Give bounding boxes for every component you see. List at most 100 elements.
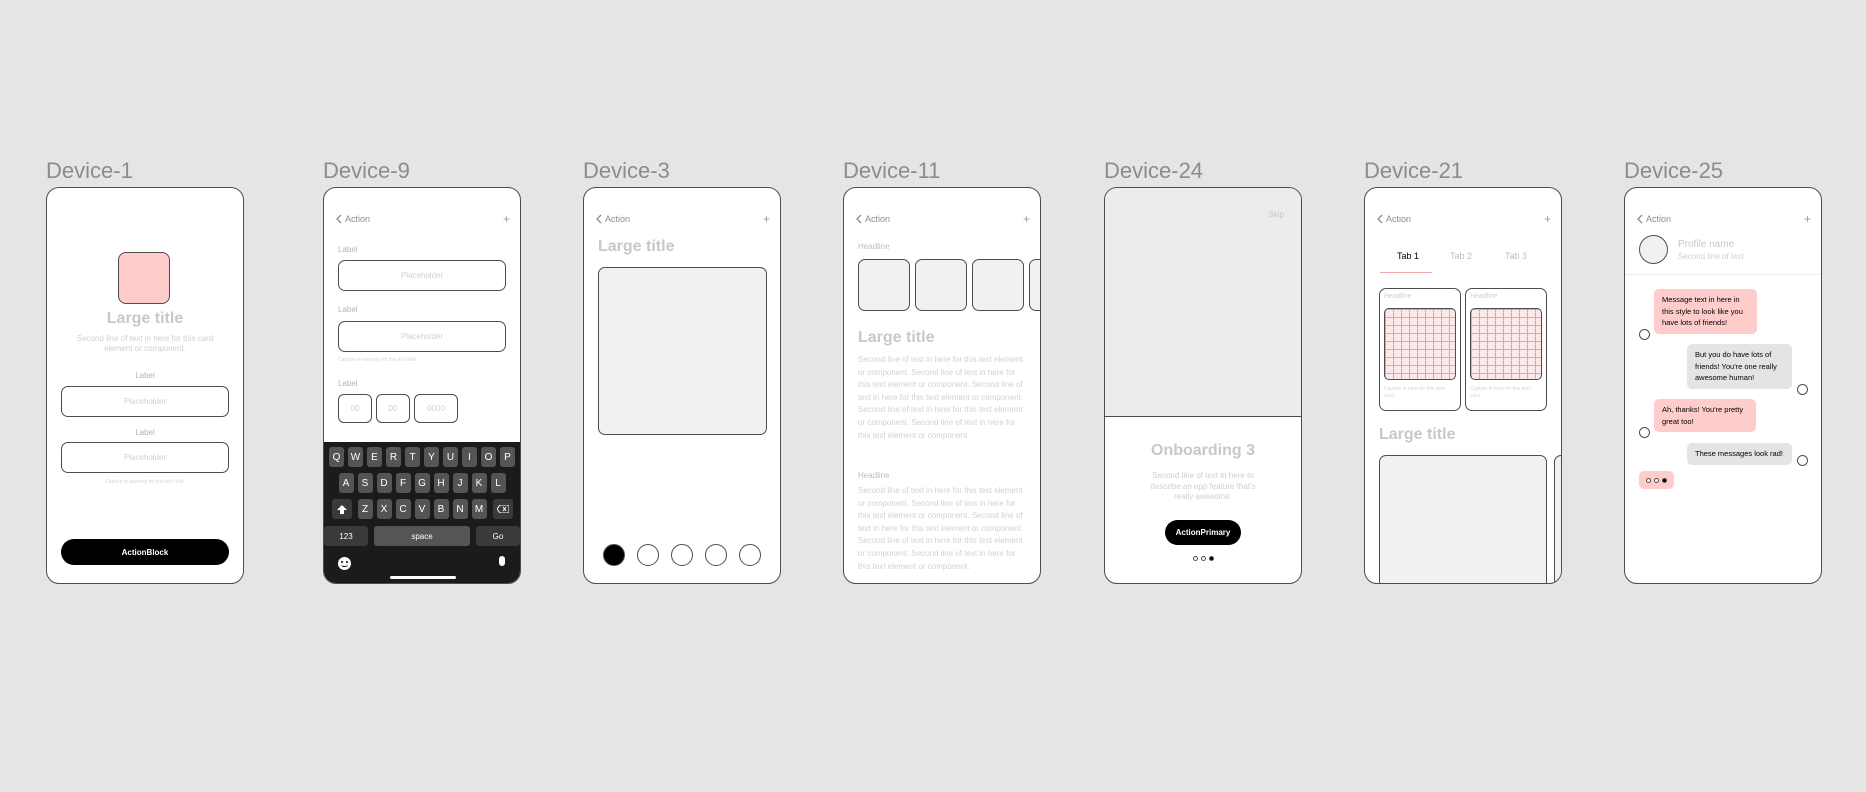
- plus-icon[interactable]: +: [1804, 212, 1811, 226]
- back-button[interactable]: Action: [856, 214, 890, 224]
- key[interactable]: M: [471, 499, 487, 519]
- key[interactable]: D: [376, 473, 392, 493]
- page-dot[interactable]: [705, 544, 727, 566]
- backspace-key[interactable]: [492, 499, 513, 519]
- chevron-left-icon: [1637, 214, 1643, 224]
- message-bubble-outgoing: But you do have lots of friends! You're …: [1687, 344, 1792, 389]
- page-dot[interactable]: [671, 544, 693, 566]
- avatar[interactable]: [1639, 235, 1668, 264]
- page-dot-active[interactable]: [603, 544, 625, 566]
- keyboard: Q W E R T Y U I O P A S D F G H J K L Z: [324, 442, 520, 583]
- card-headline: Headline: [1384, 293, 1412, 300]
- field-label: Label: [135, 371, 155, 380]
- key[interactable]: H: [433, 473, 449, 493]
- date-label: Label: [338, 379, 358, 388]
- space-key[interactable]: space: [374, 526, 470, 546]
- key[interactable]: Q: [329, 447, 344, 467]
- plus-icon[interactable]: +: [1023, 212, 1030, 226]
- key[interactable]: B: [433, 499, 449, 519]
- nav-bar: Action +: [844, 212, 1040, 230]
- back-button[interactable]: Action: [1637, 214, 1671, 224]
- key[interactable]: U: [443, 447, 458, 467]
- back-button[interactable]: Action: [1377, 214, 1411, 224]
- key[interactable]: R: [386, 447, 401, 467]
- key[interactable]: I: [462, 447, 477, 467]
- carousel-tile[interactable]: [1029, 259, 1040, 311]
- key[interactable]: C: [395, 499, 411, 519]
- back-label: Action: [865, 214, 891, 224]
- key[interactable]: Y: [424, 447, 439, 467]
- text-field[interactable]: Placeholder: [61, 442, 229, 473]
- tab-2[interactable]: Tab 2: [1450, 251, 1472, 261]
- chevron-left-icon: [596, 214, 602, 224]
- back-button[interactable]: Action: [336, 214, 370, 224]
- action-block-button[interactable]: ActionBlock: [61, 539, 229, 565]
- key[interactable]: T: [405, 447, 420, 467]
- emoji-icon[interactable]: [338, 557, 351, 570]
- microphone-icon[interactable]: [499, 556, 505, 566]
- step-dot[interactable]: [1201, 556, 1206, 561]
- key[interactable]: O: [481, 447, 496, 467]
- typing-dot: [1646, 478, 1651, 483]
- tab-1[interactable]: Tab 1: [1397, 251, 1419, 261]
- key[interactable]: W: [348, 447, 363, 467]
- typing-dot: [1654, 478, 1659, 483]
- back-label: Action: [605, 214, 631, 224]
- chevron-left-icon: [336, 214, 342, 224]
- key[interactable]: L: [490, 473, 506, 493]
- text-field[interactable]: Placeholder: [338, 260, 506, 291]
- plus-icon[interactable]: +: [1544, 212, 1551, 226]
- key[interactable]: G: [414, 473, 430, 493]
- key[interactable]: S: [357, 473, 373, 493]
- avatar: [1639, 329, 1650, 340]
- key[interactable]: X: [376, 499, 392, 519]
- tab-3[interactable]: Tab 3: [1505, 251, 1527, 261]
- step-dot-active[interactable]: [1209, 556, 1214, 561]
- back-button[interactable]: Action: [596, 214, 630, 224]
- device-9-label: Device-9: [323, 158, 410, 183]
- numbers-key[interactable]: 123: [324, 526, 368, 546]
- skip-link[interactable]: Skip: [1268, 210, 1284, 219]
- key[interactable]: V: [414, 499, 430, 519]
- field-label: Label: [338, 245, 358, 254]
- key[interactable]: P: [500, 447, 515, 467]
- paragraph: Second line of text in here for this tex…: [858, 355, 1023, 440]
- page-dot[interactable]: [637, 544, 659, 566]
- year-field[interactable]: 0000: [414, 394, 458, 423]
- device-25-screen: Action + Profile name Second line of tex…: [1624, 187, 1822, 584]
- text-field[interactable]: Placeholder: [338, 321, 506, 352]
- month-field[interactable]: 00: [376, 394, 410, 423]
- card-image-grid: [1384, 308, 1456, 380]
- page-dot[interactable]: [739, 544, 761, 566]
- carousel-tile[interactable]: [858, 259, 910, 311]
- key[interactable]: Z: [357, 499, 373, 519]
- content-card[interactable]: [1554, 455, 1561, 583]
- item-card[interactable]: Headline Caption in here for this item c…: [1379, 288, 1461, 411]
- home-indicator: [390, 576, 456, 579]
- plus-icon[interactable]: +: [503, 212, 510, 226]
- key[interactable]: J: [452, 473, 468, 493]
- carousel-tile[interactable]: [915, 259, 967, 311]
- device-3-label: Device-3: [583, 158, 670, 183]
- step-dot[interactable]: [1193, 556, 1198, 561]
- card-image-grid: [1470, 308, 1542, 380]
- plus-icon[interactable]: +: [763, 212, 770, 226]
- card-headline: Headline: [1470, 293, 1498, 300]
- key[interactable]: A: [338, 473, 354, 493]
- day-field[interactable]: 00: [338, 394, 372, 423]
- shift-key[interactable]: [331, 499, 352, 519]
- nav-bar: Action +: [324, 212, 520, 230]
- key[interactable]: K: [471, 473, 487, 493]
- profile-subtitle: Second line of text: [1678, 252, 1744, 261]
- carousel-tile[interactable]: [972, 259, 1024, 311]
- item-card[interactable]: Headline Caption in here for this item c…: [1465, 288, 1547, 411]
- key[interactable]: F: [395, 473, 411, 493]
- action-primary-button[interactable]: ActionPrimary: [1165, 520, 1241, 545]
- key[interactable]: N: [452, 499, 468, 519]
- content-card[interactable]: [1379, 455, 1547, 583]
- onboarding-image: [1105, 188, 1301, 417]
- key[interactable]: E: [367, 447, 382, 467]
- text-field[interactable]: Placeholder: [61, 386, 229, 417]
- active-tab-indicator: [1380, 272, 1432, 273]
- go-key[interactable]: Go: [476, 526, 520, 546]
